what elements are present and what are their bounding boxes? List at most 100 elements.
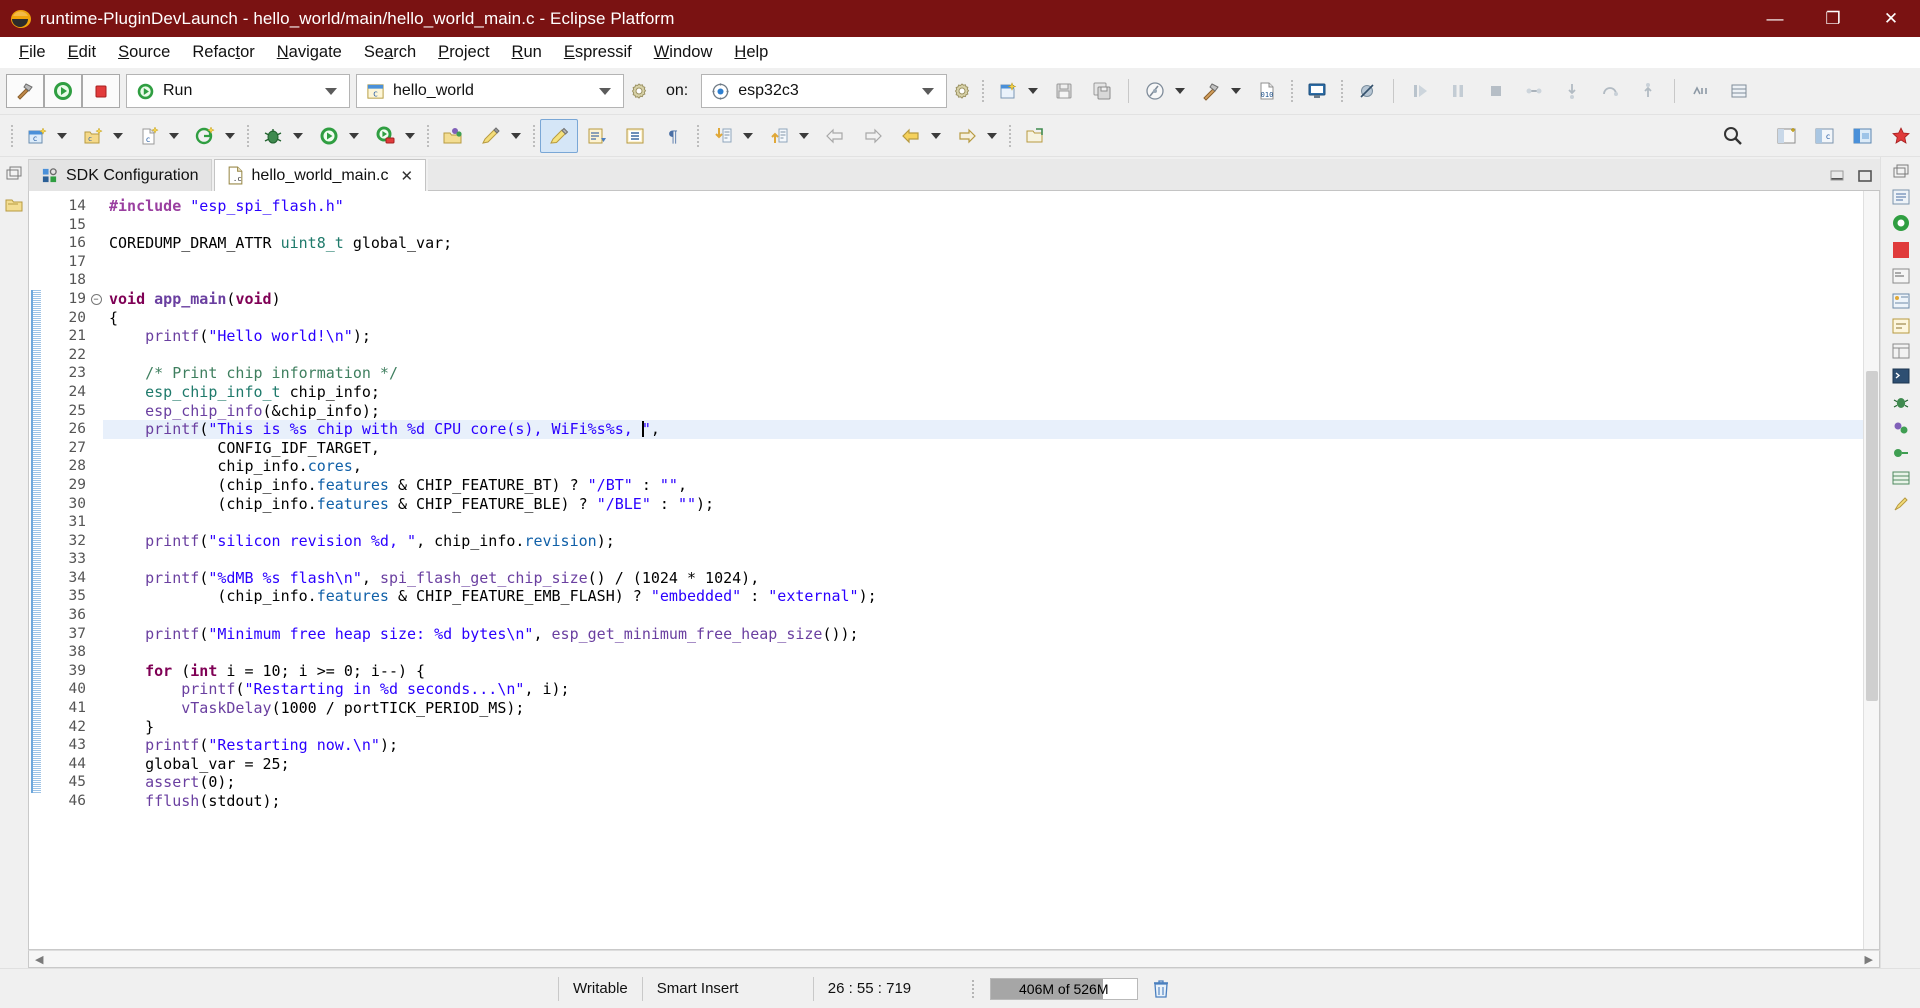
new-launch-icon[interactable] [1016,119,1054,153]
debug-view-icon[interactable] [1891,392,1911,412]
code-line[interactable]: printf("Hello world!\n"); [103,327,1879,346]
chevron-down-icon[interactable] [57,133,67,139]
target-view-icon[interactable] [1891,213,1911,233]
scroll-left-icon[interactable]: ◀ [29,953,49,966]
build-hammer-icon[interactable] [6,74,44,108]
code-line[interactable]: void app_main(void) [103,290,1879,309]
chevron-down-icon[interactable] [1028,88,1038,94]
chevron-down-icon[interactable] [325,88,337,95]
skip-breakpoints-icon[interactable] [1348,74,1386,108]
chevron-down-icon[interactable] [113,133,123,139]
code-line[interactable]: printf("%dMB %s flash\n", spi_flash_get_… [103,569,1879,588]
code-line[interactable]: CONFIG_IDF_TARGET, [103,439,1879,458]
show-whitespace-icon[interactable] [616,119,654,153]
search-icon[interactable] [1714,119,1752,153]
code-line[interactable]: for (int i = 10; i >= 0; i--) { [103,662,1879,681]
open-type-icon[interactable] [434,119,472,153]
vertical-scroll-thumb[interactable] [1866,371,1878,701]
chevron-down-icon[interactable] [511,133,521,139]
menu-window[interactable]: Window [643,39,724,66]
espressif-perspective-icon[interactable] [1882,119,1920,153]
launch-mode-combo[interactable]: Run [126,74,350,108]
chevron-down-icon[interactable] [743,133,753,139]
code-line[interactable]: printf("Minimum free heap size: %d bytes… [103,625,1879,644]
breakpoints-view-icon[interactable] [1891,444,1911,462]
close-icon[interactable]: ✕ [400,167,413,185]
code-line[interactable]: } [103,718,1879,737]
close-button[interactable]: ✕ [1862,0,1920,37]
run-green-icon[interactable] [310,119,348,153]
chevron-down-icon[interactable] [1231,88,1241,94]
previous-annotation-icon[interactable] [760,119,798,153]
maximize-view-icon[interactable] [1856,169,1874,183]
marker-pen-icon[interactable] [472,119,510,153]
minimize-button[interactable]: — [1746,0,1804,37]
menu-project[interactable]: Project [427,39,500,66]
code-line[interactable] [103,643,1879,662]
chevron-down-icon[interactable] [922,88,934,95]
terminal-view-icon[interactable] [1891,367,1911,385]
code-line[interactable]: (chip_info.features & CHIP_FEATURE_EMB_F… [103,587,1879,606]
chevron-down-icon[interactable] [405,133,415,139]
instruction-stepping-icon[interactable] [1682,74,1720,108]
save-all-icon[interactable] [1083,74,1121,108]
heap-status-gauge[interactable]: 406M of 526M [990,978,1138,1000]
cpp-perspective-icon[interactable]: c [1806,119,1844,153]
code-line[interactable]: printf("This is %s chip with %d CPU core… [103,420,1879,439]
pin-editor-icon[interactable] [1891,494,1911,514]
stop-view-icon[interactable] [1891,240,1911,260]
code-line[interactable]: printf("silicon revision %d, ", chip_inf… [103,532,1879,551]
code-line[interactable] [103,216,1879,235]
code-line[interactable]: printf("Restarting now.\n"); [103,736,1879,755]
menu-edit[interactable]: Edit [57,39,107,66]
new-c-file-icon[interactable]: c [130,119,168,153]
chevron-down-icon[interactable] [799,133,809,139]
step-return-icon[interactable] [1629,74,1667,108]
code-line[interactable] [103,253,1879,272]
menu-espressif[interactable]: Espressif [553,39,643,66]
new-wizard-icon[interactable] [989,74,1027,108]
restore-view-icon[interactable] [1892,163,1910,181]
stop-icon[interactable] [82,74,120,108]
vertical-scrollbar[interactable] [1863,191,1879,949]
open-perspective-icon[interactable] [1768,119,1806,153]
toggle-mark-occurrences-icon[interactable] [540,119,578,153]
code-line[interactable]: esp_chip_info_t chip_info; [103,383,1879,402]
code-line[interactable]: vTaskDelay(1000 / portTICK_PERIOD_MS); [103,699,1879,718]
problems-view-icon[interactable] [1891,292,1911,310]
binary-010-icon[interactable]: 010 [1248,74,1286,108]
coverage-icon[interactable] [366,119,404,153]
properties-view-icon[interactable] [1891,342,1911,360]
horizontal-scrollbar[interactable]: ◀ ▶ [28,950,1880,968]
maximize-button[interactable]: ❐ [1804,0,1862,37]
gear-icon[interactable] [947,76,977,106]
code-line[interactable]: #include "esp_spi_flash.h" [103,197,1879,216]
device-combo[interactable]: esp32c3 [701,74,947,108]
new-git-icon[interactable] [186,119,224,153]
chevron-down-icon[interactable] [225,133,235,139]
step-over-icon[interactable] [1591,74,1629,108]
toggle-block-selection-icon[interactable] [578,119,616,153]
chevron-down-icon[interactable] [1175,88,1185,94]
outline-view-icon[interactable] [1891,188,1911,206]
console-view-icon[interactable] [1891,267,1911,285]
forward-icon[interactable] [854,119,892,153]
code-line[interactable] [103,271,1879,290]
back-icon[interactable] [816,119,854,153]
code-line[interactable]: (chip_info.features & CHIP_FEATURE_BT) ?… [103,476,1879,495]
launch-target-combo[interactable]: c hello_world [356,74,624,108]
source-editor[interactable]: 1415161718192021222324252627282930313233… [28,191,1880,950]
tasks-view-icon[interactable] [1891,317,1911,335]
suspend-icon[interactable] [1439,74,1477,108]
code-line[interactable] [103,346,1879,365]
code-line[interactable]: assert(0); [103,773,1879,792]
menu-navigate[interactable]: Navigate [266,39,353,66]
menu-search[interactable]: Search [353,39,427,66]
new-c-project-icon[interactable]: c [18,119,56,153]
variables-view-icon[interactable] [1891,419,1911,437]
project-explorer-icon[interactable] [4,195,24,215]
code-line[interactable]: { [103,309,1879,328]
code-line[interactable]: global_var = 25; [103,755,1879,774]
fold-toggle-icon[interactable]: − [89,290,103,309]
code-line[interactable] [103,606,1879,625]
